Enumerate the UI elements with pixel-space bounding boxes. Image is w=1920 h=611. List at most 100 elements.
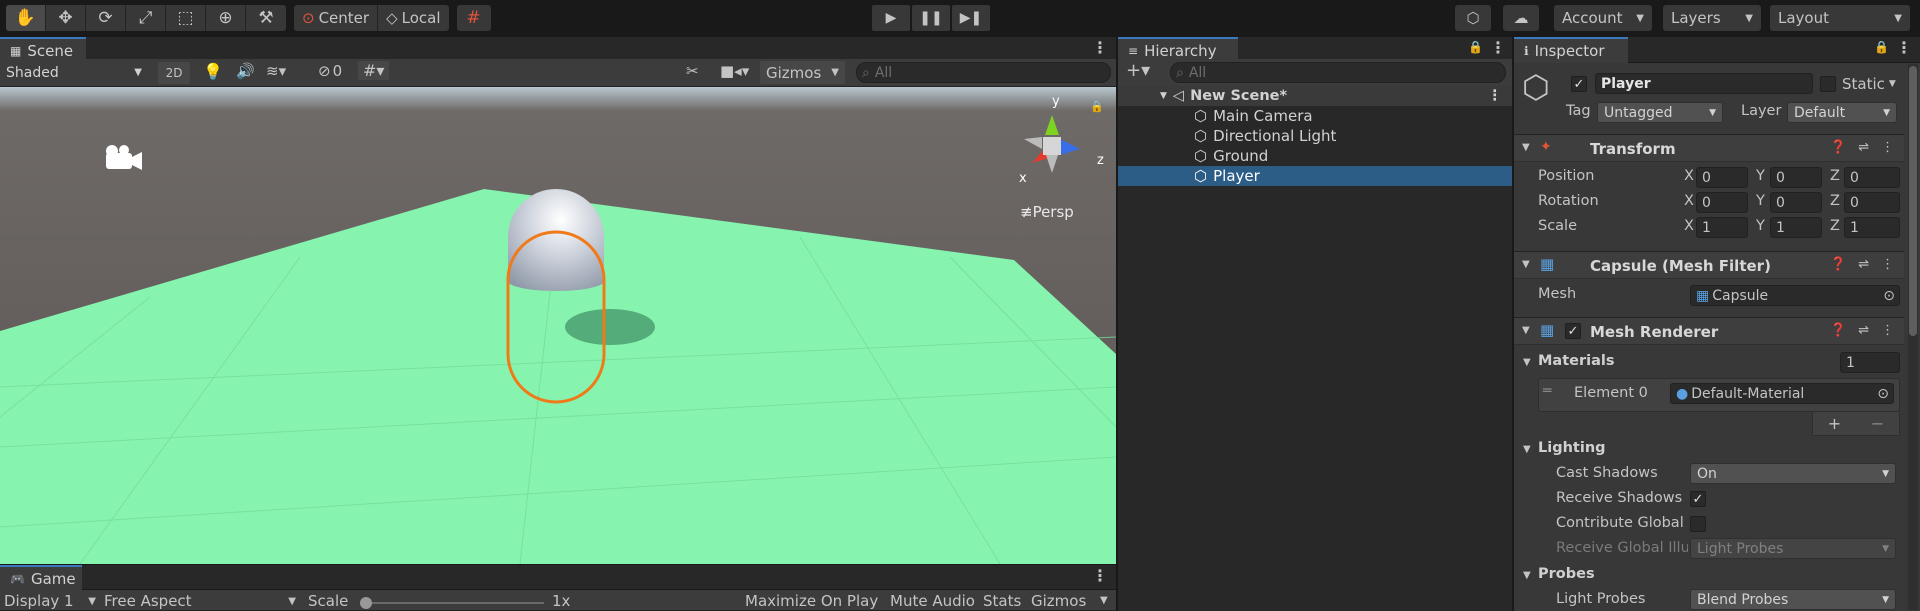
inspector-menu-icon[interactable]: ⋮ xyxy=(1896,38,1912,57)
mode-2d-button[interactable]: 2D xyxy=(158,62,190,84)
scene-search-input[interactable]: ⌕ All xyxy=(856,62,1111,83)
materials-label: Materials xyxy=(1538,353,1615,369)
tag-dropdown[interactable]: Untagged ▼ xyxy=(1597,102,1723,123)
layers-label: Layers xyxy=(1671,9,1721,27)
object-picker-icon[interactable]: ⊙ xyxy=(1877,386,1889,402)
rotation-y-field[interactable]: 0 xyxy=(1770,192,1822,213)
cloud-button[interactable]: ☁ xyxy=(1503,5,1539,31)
aspect-dropdown[interactable]: Free Aspect ▼ xyxy=(104,592,296,610)
active-checkbox[interactable]: ✓ xyxy=(1571,76,1587,92)
lock-icon[interactable]: 🔒 xyxy=(1090,100,1104,113)
layer-dropdown[interactable]: Default ▼ xyxy=(1787,102,1897,123)
lighting-toggle-icon[interactable]: 💡 xyxy=(203,62,223,81)
object-picker-icon[interactable]: ⊙ xyxy=(1883,288,1895,304)
layers-dropdown[interactable]: Layers ▼ xyxy=(1663,5,1761,31)
camera-settings-icon[interactable]: ■◂▾ xyxy=(720,62,749,80)
rect-tool-icon[interactable]: ⬚ xyxy=(166,5,206,31)
scale-y-field[interactable]: 1 xyxy=(1770,217,1822,238)
cast-shadows-dropdown[interactable]: On ▼ xyxy=(1690,463,1896,484)
list-item[interactable]: ⬡ Directional Light xyxy=(1118,126,1512,146)
collab-button[interactable]: ⬡ xyxy=(1455,5,1491,31)
component-menu-icon[interactable]: ⋮ xyxy=(1881,257,1894,272)
pivot-center-button[interactable]: ⊙ Center xyxy=(294,5,379,31)
tools-icon[interactable]: ✂ xyxy=(686,62,699,80)
grid-toggle-icon[interactable]: #▾ xyxy=(358,61,390,80)
lock-icon[interactable]: 🔒 xyxy=(1874,40,1889,54)
scene-root-row[interactable]: ▼ ◁ New Scene* ⋮ xyxy=(1118,86,1512,106)
help-icon[interactable]: ❓ xyxy=(1830,257,1846,272)
hand-tool-icon[interactable]: ✋ xyxy=(6,5,46,31)
drag-handle-icon[interactable]: ═ xyxy=(1543,383,1551,399)
rotation-x-field[interactable]: 0 xyxy=(1696,192,1748,213)
position-y-field[interactable]: 0 xyxy=(1770,167,1822,188)
transform-tools: ✋ ✥ ⟳ ⤢ ⬚ ⊕ ⚒ xyxy=(6,5,286,31)
help-icon[interactable]: ❓ xyxy=(1830,140,1846,155)
rotation-z-field[interactable]: 0 xyxy=(1844,192,1900,213)
scene-menu-icon[interactable]: ⋮ xyxy=(1488,88,1503,104)
account-dropdown[interactable]: Account ▼ xyxy=(1554,5,1652,31)
custom-tool-icon[interactable]: ⚒ xyxy=(246,5,286,31)
pivot-local-button[interactable]: ◇ Local xyxy=(378,5,448,31)
help-icon[interactable]: ❓ xyxy=(1830,323,1846,338)
play-button[interactable]: ▶ xyxy=(872,5,910,31)
static-dropdown[interactable]: Static ▼ xyxy=(1842,75,1896,93)
gizmos-dropdown[interactable]: Gizmos ▼ xyxy=(760,61,845,84)
list-item[interactable]: ⬡ Ground xyxy=(1118,146,1512,166)
component-menu-icon[interactable]: ⋮ xyxy=(1881,140,1894,155)
persp-label[interactable]: ≢Persp xyxy=(1020,203,1074,221)
scene-viewport[interactable]: y z x ≢Persp 🔒 xyxy=(0,87,1116,564)
game-gizmos-dropdown[interactable]: Gizmos xyxy=(1031,592,1086,610)
tab-inspector[interactable]: ℹ Inspector xyxy=(1514,37,1628,63)
object-name-input[interactable]: Player xyxy=(1595,73,1813,94)
contribute-gi-checkbox[interactable] xyxy=(1690,516,1706,532)
list-item-selected[interactable]: ⬡ Player xyxy=(1118,166,1512,186)
cast-shadows-label: Cast Shadows xyxy=(1556,465,1658,481)
light-probes-dropdown[interactable]: Blend Probes ▼ xyxy=(1690,589,1896,610)
rotate-tool-icon[interactable]: ⟳ xyxy=(86,5,126,31)
remove-element-button[interactable]: − xyxy=(1871,414,1884,433)
scrollbar-thumb[interactable] xyxy=(1909,66,1917,336)
position-x-field[interactable]: 0 xyxy=(1696,167,1748,188)
maximize-on-play-toggle[interactable]: Maximize On Play xyxy=(745,592,878,610)
display-dropdown[interactable]: Display 1 ▼ xyxy=(4,592,96,610)
scene-menu-icon[interactable]: ⋮ xyxy=(1092,38,1108,57)
audio-toggle-icon[interactable]: 🔊 xyxy=(236,62,255,80)
stats-toggle[interactable]: Stats xyxy=(983,592,1021,610)
component-actions: ❓ ⇌ ⋮ xyxy=(1830,323,1894,338)
transform-tool-icon[interactable]: ⊕ xyxy=(206,5,246,31)
position-z-field[interactable]: 0 xyxy=(1844,167,1900,188)
mesh-renderer-enabled-checkbox[interactable]: ✓ xyxy=(1565,323,1581,339)
shading-dropdown[interactable]: Shaded ▼ xyxy=(0,62,148,83)
mesh-object-field[interactable]: ▦ Capsule ⊙ xyxy=(1690,285,1900,306)
hierarchy-search-input[interactable]: ⌕ All xyxy=(1170,62,1506,83)
step-button[interactable]: ▶❚ xyxy=(952,5,990,31)
receive-shadows-checkbox[interactable]: ✓ xyxy=(1690,491,1706,507)
presets-icon[interactable]: ⇌ xyxy=(1858,323,1869,338)
mute-audio-toggle[interactable]: Mute Audio xyxy=(890,592,975,610)
materials-size-field[interactable]: 1 xyxy=(1840,352,1900,373)
layout-dropdown[interactable]: Layout ▼ xyxy=(1770,5,1910,31)
scale-tool-icon[interactable]: ⤢ xyxy=(126,5,166,31)
add-object-button[interactable]: +▾ xyxy=(1126,60,1150,81)
pause-button[interactable]: ❚❚ xyxy=(912,5,950,31)
hierarchy-menu-icon[interactable]: ⋮ xyxy=(1490,38,1506,57)
lock-icon[interactable]: 🔒 xyxy=(1468,40,1483,54)
presets-icon[interactable]: ⇌ xyxy=(1858,140,1869,155)
list-item[interactable]: ⬡ Main Camera xyxy=(1118,106,1512,126)
add-element-button[interactable]: + xyxy=(1828,414,1841,433)
presets-icon[interactable]: ⇌ xyxy=(1858,257,1869,272)
inspector-scrollbar[interactable] xyxy=(1908,64,1918,610)
game-menu-icon[interactable]: ⋮ xyxy=(1092,566,1108,585)
material-object-field[interactable]: ● Default-Material ⊙ xyxy=(1670,383,1894,404)
scale-slider[interactable] xyxy=(360,597,544,609)
hidden-objects-toggle[interactable]: ⊘ 0 xyxy=(318,62,342,80)
move-tool-icon[interactable]: ✥ xyxy=(46,5,86,31)
tab-game[interactable]: 🎮 Game xyxy=(0,565,82,590)
scale-slider-handle[interactable] xyxy=(360,597,372,609)
scale-z-field[interactable]: 1 xyxy=(1844,217,1900,238)
static-checkbox[interactable] xyxy=(1820,76,1836,92)
component-menu-icon[interactable]: ⋮ xyxy=(1881,323,1894,338)
scale-x-field[interactable]: 1 xyxy=(1696,217,1748,238)
effects-dropdown-icon[interactable]: ≋▾ xyxy=(266,62,286,80)
grid-snap-icon[interactable]: # xyxy=(457,5,491,31)
